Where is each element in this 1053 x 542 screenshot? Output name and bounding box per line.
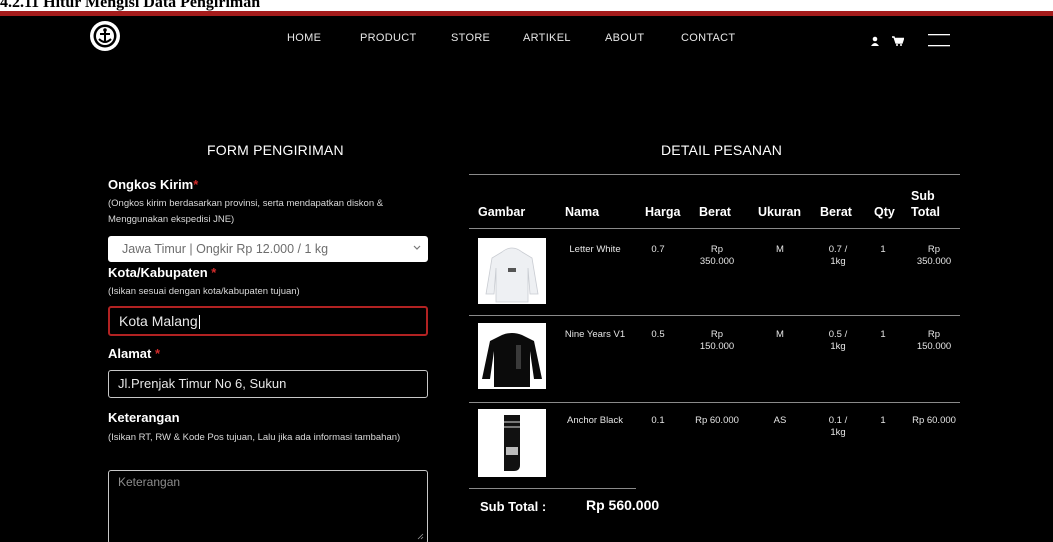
row2-qty: 1 [880,329,886,340]
required-mark: * [154,346,161,361]
col-harga: Harga [645,205,681,219]
row1-harga: 0.7 [651,244,665,255]
col-nama: Nama [565,205,600,219]
product-image-anchor-black[interactable] [478,409,546,477]
keterangan-label-text: Keterangan [108,410,180,425]
kota-label: Kota/Kabupaten * [108,265,216,280]
row3-berat: Rp 60.000 [695,415,739,426]
col-qty: Qty [874,205,895,219]
nav-home[interactable]: HOME [287,32,321,44]
ongkos-selected-value: Jawa Timur | Ongkir Rp 12.000 / 1 kg [122,242,329,256]
kota-input[interactable]: Kota Malang [108,306,428,336]
row3-berat-total: 0.1 / 1kg [828,415,848,438]
hoodie-white-image [485,247,539,303]
ongkos-select[interactable]: Jawa Timur | Ongkir Rp 12.000 / 1 kg [108,236,428,262]
nav-contact[interactable]: CONTACT [681,32,735,44]
row2-subtotal: Rp 150.000 [916,329,952,352]
row3-subtotal: Rp 60.000 [912,415,956,426]
required-mark: * [193,177,199,192]
product-image-nine-years[interactable] [478,323,546,389]
keterangan-hint: (Isikan RT, RW & Kode Pos tujuan, Lalu j… [108,432,401,443]
col-berat: Berat [699,205,731,219]
subtotal-rule [469,488,636,489]
row-divider [469,402,960,403]
kota-hint: (Isikan sesuai dengan kota/kabupaten tuj… [108,286,300,297]
socks-black-image [504,415,520,471]
row1-berat: Rp 350.000 [699,244,735,267]
user-icon[interactable] [870,36,880,46]
row2-harga: 0.5 [651,329,665,340]
alamat-label-text: Alamat [108,346,152,361]
row1-subtotal: Rp 350.000 [916,244,952,267]
keterangan-placeholder: Keterangan [118,475,181,489]
document-caption: 4.2.11 Hitur Mengisi Data Pengiriman [0,0,261,11]
row2-ukuran: M [776,329,784,340]
ongkos-hint: (Ongkos kirim berdasarkan provinsi, sert… [108,198,384,225]
chevron-down-icon [413,245,421,250]
alamat-label: Alamat * [108,346,160,361]
longsleeve-black-image [482,333,542,387]
row2-berat: Rp 150.000 [699,329,735,352]
cart-icon[interactable] [892,36,904,46]
kota-input-value: Kota Malang [119,313,198,329]
row2-nama: Nine Years V1 [564,329,626,340]
row-divider [469,315,960,316]
row3-ukuran: AS [773,415,787,426]
nav-store[interactable]: STORE [451,32,490,44]
menu-icon[interactable] [928,32,950,48]
keterangan-textarea[interactable]: Keterangan [108,470,428,542]
browser-viewport: HOME PRODUCT STORE ARTIKEL ABOUT CONTACT… [0,16,1053,542]
row1-berat-total: 0.7 / 1kg [828,244,848,267]
alamat-input[interactable]: Jl.Prenjak Timur No 6, Sukun [108,370,428,398]
row3-nama: Anchor Black [567,415,623,426]
alamat-input-value: Jl.Prenjak Timur No 6, Sukun [118,376,287,391]
subtotal-value: Rp 560.000 [586,497,660,513]
row1-ukuran: M [776,244,784,255]
table-top-rule [469,174,960,175]
kota-label-text: Kota/Kabupaten [108,265,208,280]
order-title: DETAIL PESANAN [661,142,783,158]
row2-berat-total: 0.5 / 1kg [828,329,848,352]
product-image-letter-white[interactable] [478,238,546,304]
nav-about[interactable]: ABOUT [605,32,644,44]
col-subtotal: Sub Total [911,189,940,219]
resize-grip-icon[interactable] [417,533,424,540]
table-header-rule [469,228,960,229]
form-title: FORM PENGIRIMAN [207,142,344,158]
subtotal-label: Sub Total : [480,499,547,514]
nav-product[interactable]: PRODUCT [360,32,417,44]
row1-qty: 1 [880,244,886,255]
ongkos-label-text: Ongkos Kirim [108,177,194,192]
keterangan-label: Keterangan [108,410,180,425]
col-ukuran: Ukuran [758,205,802,219]
row3-qty: 1 [880,415,886,426]
ongkos-label: Ongkos Kirim* [108,177,198,192]
col-gambar: Gambar [478,205,526,219]
nav-artikel[interactable]: ARTIKEL [523,32,571,44]
required-mark: * [211,265,217,280]
text-caret [198,315,200,330]
col-berat-total: Berat [820,205,852,219]
row1-nama: Letter White [569,244,621,255]
row3-harga: 0.1 [651,415,665,426]
